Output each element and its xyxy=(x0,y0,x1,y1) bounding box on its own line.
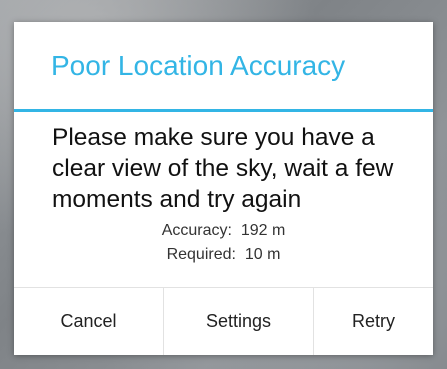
settings-button[interactable]: Settings xyxy=(164,288,314,355)
accuracy-value: 192 m xyxy=(240,222,286,239)
cancel-button[interactable]: Cancel xyxy=(14,288,164,355)
retry-button[interactable]: Retry xyxy=(314,288,433,355)
accuracy-row: Accuracy: 192 m xyxy=(52,219,395,243)
dialog-body: Please make sure you have a clear view o… xyxy=(14,112,433,288)
required-row: Required: 10 m xyxy=(52,243,395,267)
dialog-title: Poor Location Accuracy xyxy=(51,49,346,81)
dialog-message: Please make sure you have a clear view o… xyxy=(52,124,394,213)
accuracy-label: Accuracy: xyxy=(161,222,232,239)
required-value: 10 m xyxy=(244,246,281,263)
accuracy-info: Accuracy: 192 m Required: 10 m xyxy=(52,219,413,267)
dialog-header: Poor Location Accuracy xyxy=(14,22,433,112)
required-label: Required: xyxy=(166,246,236,263)
dialog-button-bar: Cancel Settings Retry xyxy=(14,287,433,355)
poor-location-accuracy-dialog: Poor Location Accuracy Please make sure … xyxy=(14,22,433,355)
